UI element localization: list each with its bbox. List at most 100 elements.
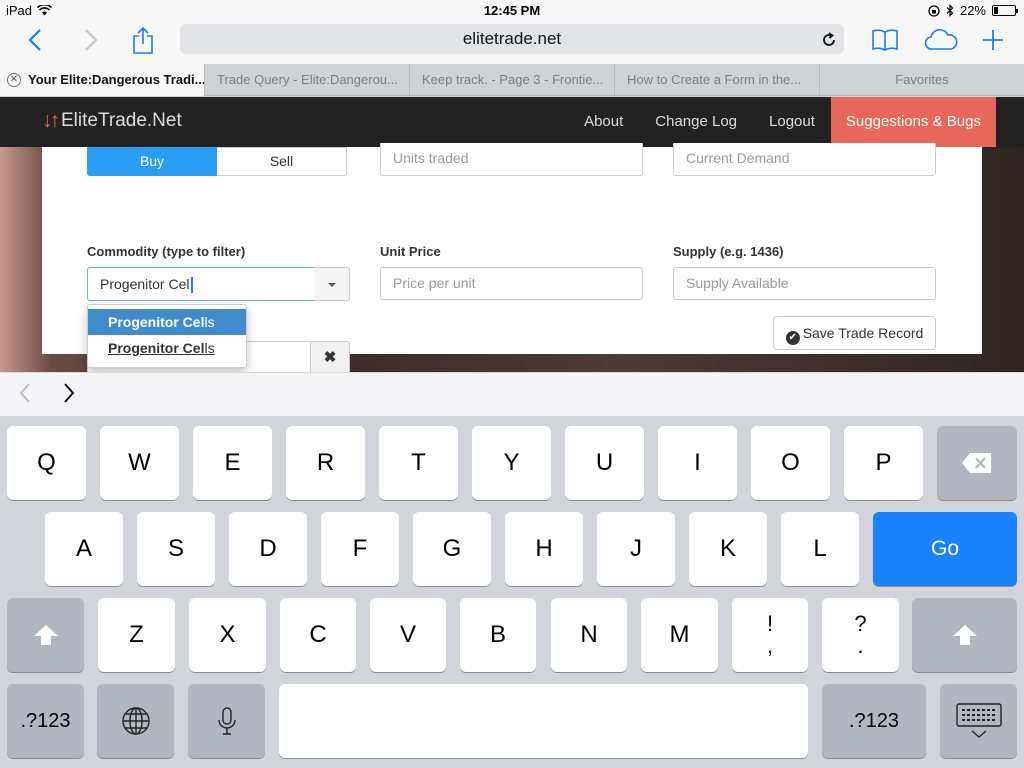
globe-key[interactable] <box>97 684 174 758</box>
nav-about[interactable]: About <box>568 97 639 147</box>
backspace-icon <box>962 453 991 473</box>
key-y[interactable]: Y <box>472 426 551 500</box>
key-p[interactable]: P <box>844 426 923 500</box>
key-q[interactable]: Q <box>7 426 86 500</box>
key-r[interactable]: R <box>286 426 365 500</box>
suggestion-match: Progenitor Cel <box>108 340 205 356</box>
sell-button[interactable]: Sell <box>217 147 347 176</box>
buy-button[interactable]: Buy <box>87 147 217 176</box>
share-icon[interactable] <box>130 24 156 56</box>
brand-name: EliteTrade.Net <box>61 110 182 131</box>
supply-label: Supply (e.g. 1436) <box>673 244 784 259</box>
forward-icon[interactable] <box>80 24 102 56</box>
key-e[interactable]: E <box>193 426 272 500</box>
tab-bar: ✕ Your Elite:Dangerous Tradi... Trade Qu… <box>0 64 1024 96</box>
backspace-key[interactable] <box>937 426 1017 500</box>
commodity-dropdown-toggle[interactable] <box>315 267 350 301</box>
shift-key-right[interactable] <box>912 598 1017 672</box>
key-exclaim-comma[interactable]: ! , <box>732 598 808 672</box>
key-w[interactable]: W <box>100 426 179 500</box>
nav-logout[interactable]: Logout <box>753 97 831 147</box>
site-navbar: ↓↑ EliteTrade.Net About Change Log Logou… <box>0 97 1024 147</box>
key-f[interactable]: F <box>321 512 399 586</box>
key-z[interactable]: Z <box>98 598 175 672</box>
new-tab-icon[interactable] <box>980 24 1006 56</box>
numbers-key-left[interactable]: .?123 <box>7 684 84 758</box>
reload-icon[interactable] <box>820 29 838 59</box>
key-u[interactable]: U <box>565 426 644 500</box>
commodity-value: Progenitor Cel <box>100 276 190 292</box>
key-i[interactable]: I <box>658 426 737 500</box>
keyboard-hide-icon <box>955 703 1002 738</box>
icloud-tabs-icon[interactable] <box>922 24 960 56</box>
units-input[interactable]: Units traded <box>380 143 643 176</box>
bookmarks-icon[interactable] <box>870 24 900 56</box>
shift-key-left[interactable] <box>7 598 84 672</box>
status-bar: iPad 12:45 PM 22% <box>0 0 1024 20</box>
buy-sell-toggle: Buy Sell <box>87 147 347 176</box>
key-k[interactable]: K <box>689 512 767 586</box>
key-a[interactable]: A <box>45 512 123 586</box>
site-logo[interactable]: ↓↑ EliteTrade.Net <box>42 109 182 133</box>
key-bottom-char: , <box>766 633 774 658</box>
key-v[interactable]: V <box>370 598 446 672</box>
key-s[interactable]: S <box>137 512 215 586</box>
key-j[interactable]: J <box>597 512 675 586</box>
key-g[interactable]: G <box>413 512 491 586</box>
close-tab-icon[interactable]: ✕ <box>7 73 21 87</box>
price-input[interactable]: Price per unit <box>380 267 643 300</box>
shift-icon <box>33 625 58 645</box>
orientation-lock-icon <box>928 4 940 17</box>
key-l[interactable]: L <box>781 512 859 586</box>
tab-favorites[interactable]: Favorites <box>820 64 1024 96</box>
trade-form: Buy Sell Units traded Current Demand Com… <box>42 143 982 372</box>
supply-input[interactable]: Supply Available <box>673 267 936 300</box>
key-b[interactable]: B <box>460 598 536 672</box>
tab-elitetrade[interactable]: ✕ Your Elite:Dangerous Tradi... <box>0 64 205 96</box>
suggestion-match: Progenitor Cel <box>108 314 205 330</box>
suggestion-item[interactable]: Progenitor Cells <box>88 335 246 361</box>
next-field-icon[interactable] <box>62 381 76 412</box>
battery-percent: 22% <box>959 3 986 18</box>
tab-label: Trade Query - Elite:Dangerou... <box>217 72 398 87</box>
bluetooth-icon <box>946 4 954 17</box>
tab-trade-query[interactable]: Trade Query - Elite:Dangerou... <box>205 64 410 96</box>
microphone-icon <box>217 707 236 735</box>
shift-icon <box>952 625 977 645</box>
key-d[interactable]: D <box>229 512 307 586</box>
go-key[interactable]: Go <box>873 512 1017 586</box>
tab-keep-track[interactable]: Keep track. - Page 3 - Frontie... <box>410 64 615 96</box>
back-icon[interactable] <box>24 24 46 56</box>
numbers-key-right[interactable]: .?123 <box>822 684 926 758</box>
nav-suggestions-bugs[interactable]: Suggestions & Bugs <box>830 97 996 147</box>
onscreen-keyboard: Q W E R T Y U I O P A S D F G H J K L Go… <box>0 416 1024 768</box>
key-c[interactable]: C <box>280 598 356 672</box>
space-bar[interactable] <box>279 684 808 758</box>
key-m[interactable]: M <box>641 598 718 672</box>
globe-icon <box>121 707 150 735</box>
nav-change-log[interactable]: Change Log <box>639 97 753 147</box>
key-question-period[interactable]: ? . <box>822 598 899 672</box>
key-n[interactable]: N <box>551 598 627 672</box>
tab-label: Favorites <box>895 72 949 87</box>
dismiss-keyboard-key[interactable] <box>940 684 1017 758</box>
dictation-key[interactable] <box>188 684 265 758</box>
save-label: Save Trade Record <box>802 325 924 341</box>
address-bar[interactable]: elitetrade.net <box>180 24 844 54</box>
key-x[interactable]: X <box>189 598 266 672</box>
demand-input[interactable]: Current Demand <box>673 143 936 176</box>
key-t[interactable]: T <box>379 426 458 500</box>
key-h[interactable]: H <box>505 512 583 586</box>
previous-field-icon[interactable] <box>18 381 32 412</box>
trade-arrows-icon: ↓↑ <box>42 109 60 132</box>
key-o[interactable]: O <box>751 426 830 500</box>
suggestion-item[interactable]: Progenitor Cells <box>88 309 246 335</box>
tab-label: Your Elite:Dangerous Tradi... <box>28 72 205 87</box>
text-caret <box>190 277 193 294</box>
commodity-input[interactable]: Progenitor Cel <box>87 267 350 301</box>
clear-button[interactable]: ✖ <box>310 341 350 372</box>
check-circle-icon: ✔ <box>785 331 800 345</box>
save-trade-record-button[interactable]: ✔ Save Trade Record <box>773 316 936 350</box>
tab-label: How to Create a Form in the... <box>627 72 802 87</box>
tab-create-form[interactable]: How to Create a Form in the... <box>615 64 820 96</box>
